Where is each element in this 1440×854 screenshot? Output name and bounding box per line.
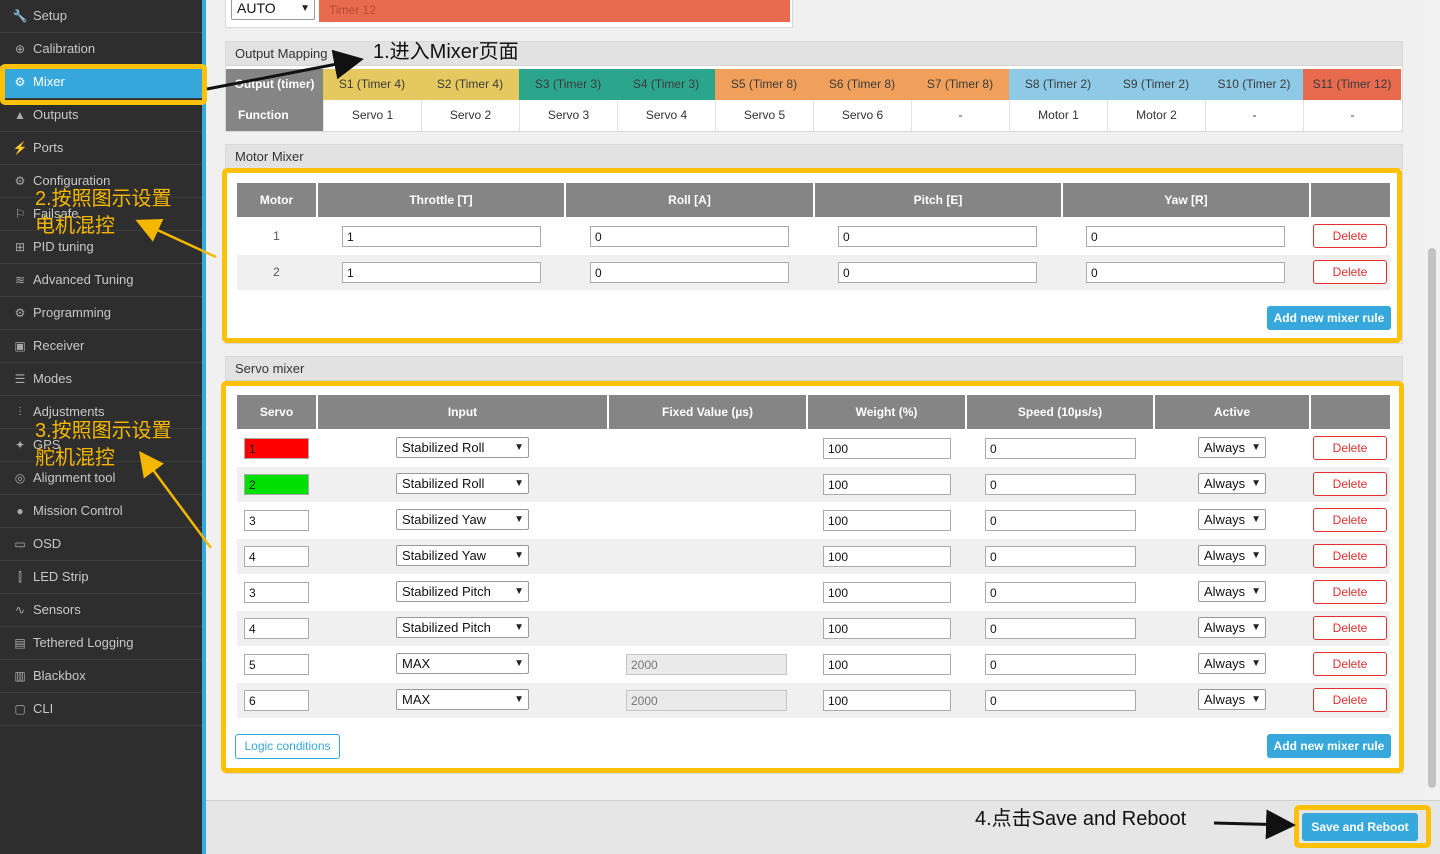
modes-icon: ☰ [14, 372, 26, 386]
pulse-icon: ∿ [14, 603, 26, 617]
sidebar-item-label: Programming [33, 305, 112, 320]
gear-icon: ⚙ [14, 174, 26, 188]
output-header-s11: S11 (Timer 12) [1303, 69, 1401, 100]
failsafe-icon: ⚐ [14, 207, 26, 221]
sidebar-item-label: PID tuning [33, 239, 94, 254]
sidebar-item-mission-control[interactable]: ● Mission Control [0, 495, 202, 528]
output-header-s8: S8 (Timer 2) [1009, 69, 1107, 100]
output-function-s11: - [1303, 100, 1401, 131]
sidebar-item-cli[interactable]: ▢ CLI [0, 693, 202, 726]
annotation-step2-line2: 电机混控 [35, 215, 115, 237]
servo-mixer-title: Servo mixer [226, 357, 1402, 381]
highlight-mixer-nav [0, 64, 207, 105]
output-function-s2: Servo 2 [421, 100, 519, 131]
sidebar-item-label: Blackbox [33, 668, 86, 683]
sidebar-item-label: Calibration [33, 41, 96, 56]
annotation-step4: 4.点击Save and Reboot [975, 808, 1187, 830]
output-header-s1: S1 (Timer 4) [323, 69, 421, 100]
footer-bar [206, 800, 1440, 854]
sidebar-item-osd[interactable]: ▭ OSD [0, 528, 202, 561]
sidebar-item-label: Ports [33, 140, 64, 155]
annotation-step3-line2: 舵机混控 [35, 447, 115, 469]
sidebar-item-advanced-tuning[interactable]: ≋ Advanced Tuning [0, 264, 202, 297]
highlight-servo-mixer [221, 381, 1404, 773]
sidebar-item-tethered-logging[interactable]: ▤ Tethered Logging [0, 627, 202, 660]
wrench-icon: 🔧 [12, 9, 28, 23]
timer-bar: Timer 12 [319, 0, 790, 22]
osd-icon: ▭ [14, 537, 26, 551]
tethered-icon: ▤ [14, 636, 26, 650]
sidebar-item-label: Outputs [33, 107, 79, 122]
output-row-label: Output (timer) [226, 69, 323, 100]
sidebar-item-label: Advanced Tuning [33, 272, 134, 287]
plug-icon: ⚡ [12, 141, 28, 155]
advanced-tuning-icon: ≋ [14, 273, 26, 287]
sidebar-item-label: Receiver [33, 338, 85, 353]
sidebar-item-label: Mission Control [33, 503, 123, 518]
scrollbar-thumb[interactable] [1428, 248, 1436, 788]
sidebar-item-sensors[interactable]: ∿ Sensors [0, 594, 202, 627]
output-header-s4: S4 (Timer 3) [617, 69, 715, 100]
sidebar-item-label: Adjustments [33, 404, 105, 419]
output-header-s6: S6 (Timer 8) [813, 69, 911, 100]
sidebar-item-blackbox[interactable]: ▥ Blackbox [0, 660, 202, 693]
output-function-s5: Servo 5 [715, 100, 813, 131]
output-header-s10: S10 (Timer 2) [1205, 69, 1303, 100]
sitemap-icon: ⊞ [14, 240, 26, 254]
output-function-s4: Servo 4 [617, 100, 715, 131]
timer-bar-label: Timer 12 [329, 3, 376, 17]
scrollbar[interactable] [1424, 0, 1440, 800]
sidebar-item-label: LED Strip [33, 569, 89, 584]
crosshair-icon: ⊕ [14, 42, 26, 56]
output-header-s7: S7 (Timer 8) [911, 69, 1009, 100]
output-function-s3: Servo 3 [519, 100, 617, 131]
output-function-s1: Servo 1 [323, 100, 421, 131]
sidebar-item-label: Tethered Logging [33, 635, 134, 650]
output-header-s3: S3 (Timer 3) [519, 69, 617, 100]
sidebar-item-programming[interactable]: ⚙ Programming [0, 297, 202, 330]
blackbox-icon: ▥ [14, 669, 26, 683]
annotation-step2-line1: 2.按照图示设置 [35, 188, 172, 210]
compass-icon: ◎ [14, 471, 26, 485]
output-function-s6: Servo 6 [813, 100, 911, 131]
function-row-label: Function [226, 100, 323, 131]
output-header-s2: S2 (Timer 4) [421, 69, 519, 100]
sidebar-item-setup[interactable]: 🔧 Setup [0, 0, 202, 33]
sidebar-item-calibration[interactable]: ⊕ Calibration [0, 33, 202, 66]
terminal-icon: ▢ [14, 702, 26, 716]
output-function-s8: Motor 1 [1009, 100, 1107, 131]
platform-select-value: AUTO [237, 0, 276, 16]
cog-icon: ⚙ [14, 306, 26, 320]
annotation-step3-line1: 3.按照图示设置 [35, 420, 172, 442]
motor-mixer-title: Motor Mixer [226, 145, 1402, 169]
highlight-motor-mixer [222, 168, 1402, 343]
sidebar-item-label: Alignment tool [33, 470, 116, 485]
satellite-icon: ✦ [14, 438, 26, 452]
platform-select[interactable]: AUTO ▼ [231, 0, 315, 20]
output-header-s9: S9 (Timer 2) [1107, 69, 1205, 100]
annotation-step1: 1.进入Mixer页面 [373, 41, 519, 63]
output-function-s7: - [911, 100, 1009, 131]
sidebar-item-receiver[interactable]: ▣ Receiver [0, 330, 202, 363]
chevron-down-icon: ▼ [300, 3, 310, 14]
sidebar-item-label: Sensors [33, 602, 81, 617]
sidebar-item-led-strip[interactable]: ⫿ LED Strip [0, 561, 202, 594]
sidebar-item-modes[interactable]: ☰ Modes [0, 363, 202, 396]
output-function-s9: Motor 2 [1107, 100, 1205, 131]
highlight-save-button [1294, 805, 1431, 848]
sidebar-item-label: CLI [33, 701, 54, 716]
sidebar-item-ports[interactable]: ⚡ Ports [0, 132, 202, 165]
output-header-s5: S5 (Timer 8) [715, 69, 813, 100]
sliders-icon: ⫶ [18, 405, 22, 419]
sidebar-item-label: OSD [33, 536, 62, 551]
output-function-s10: - [1205, 100, 1303, 131]
led-icon: ⫿ [18, 570, 22, 584]
sidebar-item-label: Modes [33, 371, 73, 386]
map-marker-icon: ● [16, 504, 24, 518]
sidebar-item-label: Configuration [33, 173, 111, 188]
sidebar-item-label: Setup [33, 8, 67, 23]
receiver-icon: ▣ [14, 339, 26, 353]
